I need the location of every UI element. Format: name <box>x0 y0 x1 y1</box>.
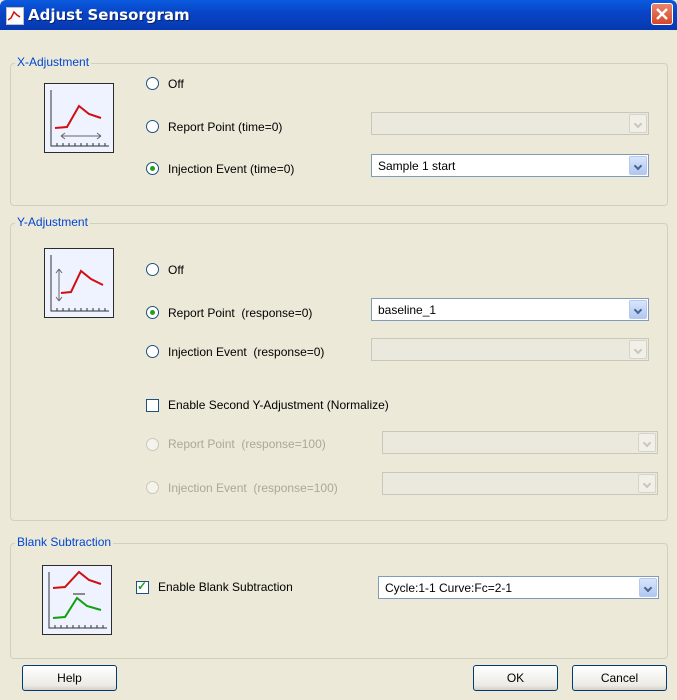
help-button[interactable]: Help <box>22 665 117 691</box>
y-injection-event-select[interactable] <box>371 338 649 361</box>
y2-injection-event-radio[interactable] <box>146 481 159 494</box>
sensorgram-icon <box>6 7 24 25</box>
ok-button[interactable]: OK <box>473 665 558 691</box>
y-adjustment-legend: Y-Adjustment <box>15 215 90 229</box>
x-report-point-select[interactable] <box>371 112 649 135</box>
chevron-down-icon[interactable] <box>629 156 647 175</box>
y-report-point-select-value: baseline_1 <box>378 303 437 317</box>
x-injection-event-select[interactable]: Sample 1 start <box>371 154 649 177</box>
blank-subtraction-select[interactable]: Cycle:1-1 Curve:Fc=2-1 <box>378 576 659 599</box>
x-report-point-label: Report Point (time=0) <box>168 120 283 134</box>
title-bar: Adjust Sensorgram <box>0 0 677 30</box>
x-injection-event-select-value: Sample 1 start <box>378 159 456 173</box>
x-off-label: Off <box>168 77 184 91</box>
y2-injection-event-select[interactable] <box>382 472 658 495</box>
x-off-radio[interactable] <box>146 77 159 90</box>
chevron-down-icon[interactable] <box>629 340 647 359</box>
window-title: Adjust Sensorgram <box>28 6 190 24</box>
chevron-down-icon[interactable] <box>639 578 657 597</box>
y2-report-point-select[interactable] <box>382 431 658 454</box>
y-off-label: Off <box>168 263 184 277</box>
x-report-point-radio[interactable] <box>146 120 159 133</box>
y-off-radio[interactable] <box>146 263 159 276</box>
blank-subtraction-select-value: Cycle:1-1 Curve:Fc=2-1 <box>385 581 513 595</box>
y-report-point-label: Report Point (response=0) <box>168 306 313 320</box>
x-injection-event-label: Injection Event (time=0) <box>168 162 295 176</box>
y-injection-event-radio[interactable] <box>146 345 159 358</box>
y-injection-event-label: Injection Event (response=0) <box>168 345 325 359</box>
cancel-button[interactable]: Cancel <box>572 665 667 691</box>
y-report-point-radio[interactable] <box>146 306 159 319</box>
second-y-adjustment-label: Enable Second Y-Adjustment (Normalize) <box>168 398 389 412</box>
blank-subtraction-label: Enable Blank Subtraction <box>158 580 293 594</box>
second-y-adjustment-checkbox[interactable] <box>146 399 159 412</box>
close-button[interactable] <box>651 3 673 25</box>
y2-injection-event-label: Injection Event (response=100) <box>168 481 338 495</box>
chevron-down-icon[interactable] <box>629 114 647 133</box>
chevron-down-icon[interactable] <box>638 474 656 493</box>
blank-subtraction-legend: Blank Subtraction <box>15 535 114 549</box>
chevron-down-icon[interactable] <box>638 433 656 452</box>
close-icon <box>656 8 668 20</box>
chevron-down-icon[interactable] <box>629 300 647 319</box>
y2-report-point-label: Report Point (response=100) <box>168 437 326 451</box>
blank-subtraction-thumbnail-icon <box>42 565 112 635</box>
x-injection-event-radio[interactable] <box>146 162 159 175</box>
y-adjustment-thumbnail-icon <box>44 248 114 318</box>
blank-subtraction-checkbox[interactable] <box>136 579 149 594</box>
x-adjustment-legend: X-Adjustment <box>15 55 92 69</box>
y-report-point-select[interactable]: baseline_1 <box>371 298 649 321</box>
x-adjustment-thumbnail-icon <box>44 83 114 153</box>
y2-report-point-radio[interactable] <box>146 438 159 451</box>
